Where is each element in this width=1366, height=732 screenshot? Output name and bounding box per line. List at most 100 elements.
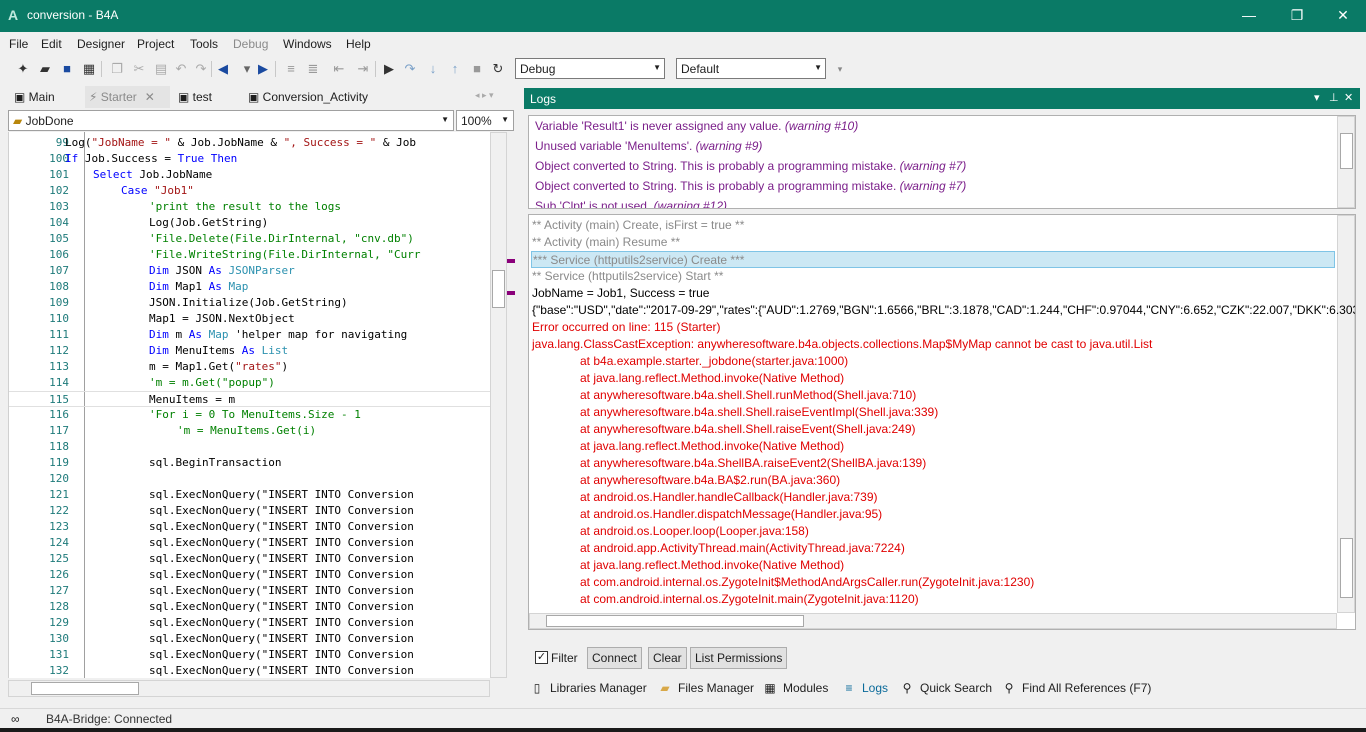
code-line[interactable]: 128 sql.ExecNonQuery("INSERT INTO Convers… [9,599,490,615]
forward-icon[interactable]: ▶ [255,61,271,77]
code-line[interactable]: 101 Select Job.JobName [9,167,490,183]
step-out-icon[interactable]: ↑ [447,61,463,77]
connect-button[interactable]: Connect [587,647,642,669]
code-line[interactable]: 126 sql.ExecNonQuery("INSERT INTO Convers… [9,567,490,583]
code-line[interactable]: 116 'For i = 0 To MenuItems.Size - 1 [9,407,490,423]
indent-icon[interactable]: ⇥ [355,61,371,77]
step-in-icon[interactable]: ↓ [425,61,441,77]
tab-test[interactable]: ▣ test [174,86,244,108]
code-vertical-scrollbar[interactable] [490,132,507,678]
code-line[interactable]: 111 Dim m As Map 'helper map for navigati… [9,327,490,343]
menu-edit[interactable]: Edit [41,37,62,51]
code-line[interactable]: 118 [9,439,490,455]
code-line[interactable]: 117 'm = MenuItems.Get(i) [9,423,490,439]
step-over-icon[interactable]: ↷ [402,61,418,77]
code-line[interactable]: 114 'm = m.Get("popup") [9,375,490,391]
tab-files-manager[interactable]: ▰ Files Manager [658,681,754,695]
menu-designer[interactable]: Designer [77,37,125,51]
list-permissions-button[interactable]: List Permissions [690,647,788,669]
save-icon[interactable]: ■ [59,61,75,77]
stop-icon[interactable]: ■ [469,61,485,77]
code-line[interactable]: 105 'File.Delete(File.DirInternal, "cnv.d… [9,231,490,247]
code-line[interactable]: 125 sql.ExecNonQuery("INSERT INTO Convers… [9,551,490,567]
back-icon[interactable]: ◀ [215,61,231,77]
zoom-select[interactable]: 100% ▼ [456,110,514,131]
code-line[interactable]: 129 sql.ExecNonQuery("INSERT INTO Convers… [9,615,490,631]
paste-icon[interactable]: ▤ [153,61,169,77]
theme-select[interactable]: Default ▼ [676,58,826,79]
close-button[interactable]: ✕ [1320,0,1366,32]
code-line[interactable]: 106 'File.WriteString(File.DirInternal, "… [9,247,490,263]
code-line[interactable]: 124 sql.ExecNonQuery("INSERT INTO Convers… [9,535,490,551]
code-horizontal-scrollbar[interactable] [8,680,490,697]
close-icon[interactable]: ✕ [1344,91,1353,104]
redo-icon[interactable]: ↷ [193,61,209,77]
code-line[interactable]: 122 sql.ExecNonQuery("INSERT INTO Convers… [9,503,490,519]
code-editor[interactable]: 99 Log("JobName = " & Job.JobName & ", Su… [8,132,490,678]
copy-icon[interactable]: ❐ [109,61,125,77]
clear-button[interactable]: Clear [648,647,687,669]
tab-modules[interactable]: ▦ Modules [763,681,828,695]
code-line[interactable]: 109 JSON.Initialize(Job.GetString) [9,295,490,311]
tab-quick-search[interactable]: ⚲ Quick Search [900,681,992,695]
warning-item[interactable]: Unused variable 'MenuItems'. (warning #9… [535,139,762,153]
code-line[interactable]: 113 m = Map1.Get("rates") [9,359,490,375]
restart-icon[interactable]: ↻ [490,61,506,77]
filter-checkbox[interactable]: ✓ [535,651,548,664]
code-line[interactable]: 132 sql.ExecNonQuery("INSERT INTO Convers… [9,663,490,678]
run-icon[interactable]: ▶ [381,61,397,77]
code-line[interactable]: 123 sql.ExecNonQuery("INSERT INTO Convers… [9,519,490,535]
code-line[interactable]: 127 sql.ExecNonQuery("INSERT INTO Convers… [9,583,490,599]
code-line[interactable]: 102 Case "Job1" [9,183,490,199]
tab-starter[interactable]: ⚡ Starter ✕ [85,86,170,108]
cut-icon[interactable]: ✂ [131,61,147,77]
code-line[interactable]: 99 Log("JobName = " & Job.JobName & ", Su… [9,135,490,151]
warning-item[interactable]: Object converted to String. This is prob… [535,179,966,193]
open-folder-icon[interactable]: ▰ [37,61,53,77]
code-line[interactable]: 120 [9,471,490,487]
menu-debug[interactable]: Debug [233,37,268,51]
pin-icon[interactable]: ⊥ [1329,91,1339,104]
code-line[interactable]: 115 MenuItems = m [9,391,490,407]
code-line[interactable]: 119 sql.BeginTransaction [9,455,490,471]
menu-tools[interactable]: Tools [190,37,218,51]
warning-item[interactable]: Variable 'Result1' is never assigned any… [535,119,858,133]
new-file-icon[interactable]: ✦ [15,61,31,77]
menu-project[interactable]: Project [137,37,174,51]
menu-help[interactable]: Help [346,37,371,51]
code-line[interactable]: 107 Dim JSON As JSONParser [9,263,490,279]
log-output[interactable]: ** Activity (main) Create, isFirst = tru… [528,214,1356,630]
warning-item[interactable]: Object converted to String. This is prob… [535,159,966,173]
outdent-icon[interactable]: ⇤ [331,61,347,77]
menu-windows[interactable]: Windows [283,37,332,51]
tab-scroll-arrows[interactable]: ◂ ▸ ▾ [475,90,494,101]
build-mode-select[interactable]: Debug ▼ [515,58,665,79]
code-line[interactable]: 100 If Job.Success = True Then [9,151,490,167]
uncomment-icon[interactable]: ≣ [305,61,321,77]
warnings-list[interactable]: Variable 'Result1' is never assigned any… [528,115,1356,209]
warning-item[interactable]: Sub 'Clpt' is not used. (warning #12) [535,199,727,208]
code-line[interactable]: 121 sql.ExecNonQuery("INSERT INTO Convers… [9,487,490,503]
code-line[interactable]: 110 Map1 = JSON.NextObject [9,311,490,327]
code-line[interactable]: 108 Dim Map1 As Map [9,279,490,295]
tab-libraries-manager[interactable]: ▯ Libraries Manager [530,681,647,695]
dropdown-arrow-icon[interactable]: ▾ [239,61,255,77]
maximize-button[interactable]: ❐ [1274,0,1320,32]
code-line[interactable]: 131 sql.ExecNonQuery("INSERT INTO Convers… [9,647,490,663]
minimize-button[interactable]: — [1226,0,1272,32]
tab-main[interactable]: ▣ Main [10,86,80,108]
code-line[interactable]: 130 sql.ExecNonQuery("INSERT INTO Convers… [9,631,490,647]
overflow-icon[interactable]: ▾ [832,61,848,77]
tab-logs[interactable]: ≡ Logs [842,681,888,695]
comment-icon[interactable]: ≡ [283,61,299,77]
tab-find-all-references[interactable]: ⚲ Find All References (F7) [1002,681,1152,695]
tab-conversion-activity[interactable]: ▣ Conversion_Activity [244,86,404,108]
export-icon[interactable]: ▦ [81,61,97,77]
code-line[interactable]: 112 Dim MenuItems As List [9,343,490,359]
code-line[interactable]: 104 Log(Job.GetString) [9,215,490,231]
sub-select[interactable]: ▰ JobDone ▼ [8,110,454,131]
code-line[interactable]: 103 'print the result to the logs [9,199,490,215]
undo-icon[interactable]: ↶ [173,61,189,77]
dropdown-icon[interactable]: ▾ [1314,91,1320,104]
menu-file[interactable]: File [9,37,28,51]
